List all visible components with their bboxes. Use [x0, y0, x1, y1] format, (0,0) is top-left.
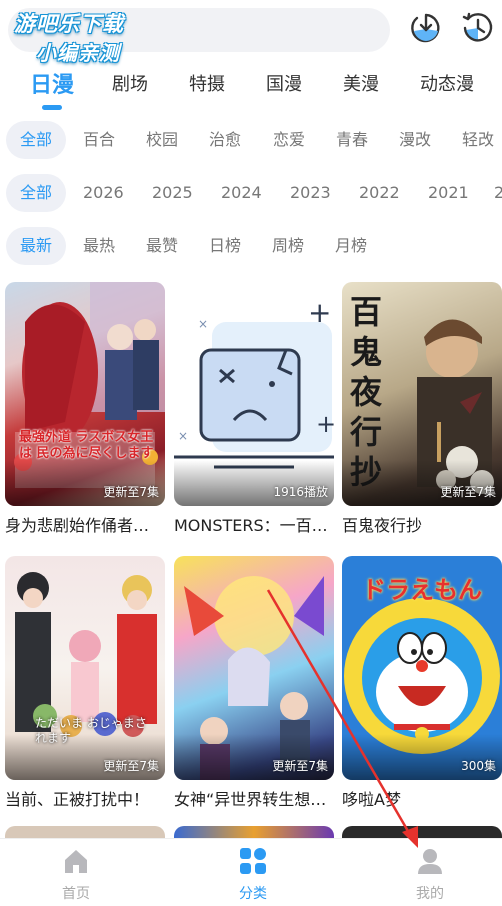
nav-category[interactable]: 分类 [193, 839, 313, 906]
user-icon [416, 847, 444, 875]
year-chip[interactable]: 2023 [290, 174, 331, 212]
anime-card[interactable]: 最強外道 ラスボス女王は 民の為に尽くします 更新至7集 身为悲剧始作俑者… [5, 282, 165, 540]
category-grid-icon [239, 847, 267, 875]
svg-text:+: + [316, 410, 334, 438]
tab-dongtaiman[interactable]: 动态漫 [420, 70, 474, 96]
year-chip[interactable]: 2024 [221, 174, 262, 212]
year-chip[interactable]: 2025 [152, 174, 193, 212]
cover-title-logo: ドラえもん [362, 576, 482, 604]
genre-chip[interactable]: 青春 [336, 121, 368, 159]
genre-chip[interactable]: 恋爱 [273, 121, 305, 159]
year-chip[interactable]: 2021 [428, 174, 469, 212]
sort-chip[interactable]: 周榜 [272, 227, 304, 265]
cover-image: 更新至7集 [174, 556, 334, 780]
year-chip-all[interactable]: 全部 [6, 174, 67, 212]
cover-image: ドラえもん 300集 [342, 556, 502, 780]
watermark-line-1: 游吧乐下载 [14, 12, 124, 36]
genre-chip[interactable]: 漫改 [399, 121, 431, 159]
sort-chip[interactable]: 日榜 [209, 227, 241, 265]
anime-card[interactable]: 更新至7集 女神“异世界转生想… [174, 556, 334, 814]
genre-chip[interactable]: 百合 [83, 121, 115, 159]
cover-image: 百鬼夜行抄 更新至7集 [342, 282, 502, 506]
sort-chip[interactable]: 最热 [83, 227, 115, 265]
genre-chip[interactable]: 校园 [146, 121, 178, 159]
episode-badge: 300集 [461, 759, 496, 773]
sort-filter-row: 最新 最热 最赞 日榜 周榜 月榜 [0, 227, 502, 267]
bottom-nav: 首页 分类 我的 [0, 838, 502, 906]
anime-card[interactable]: ドラえもん 300集 哆啦A梦 [342, 556, 502, 814]
cover-image: 最強外道 ラスボス女王は 民の為に尽くします 更新至7集 [5, 282, 165, 506]
episode-badge: 更新至7集 [103, 485, 159, 499]
tab-juchang[interactable]: 剧场 [112, 70, 148, 96]
year-filter-row: 全部 2026 2025 2024 2023 2022 2021 2 [0, 174, 502, 214]
watermark-logo: 游吧乐下载 小编亲测 [10, 6, 150, 65]
anime-card[interactable]: 百鬼夜行抄 更新至7集 百鬼夜行抄 [342, 282, 502, 540]
card-title[interactable]: MONSTERS：一百… [174, 512, 339, 536]
card-title[interactable]: 身为悲剧始作俑者… [5, 512, 170, 536]
top-bar: 游吧乐下载 小编亲测 [0, 0, 502, 65]
genre-chip[interactable]: 轻改 [462, 121, 494, 159]
category-tabs: 日漫 剧场 特摄 国漫 美漫 动态漫 [0, 62, 502, 112]
nav-profile[interactable]: 我的 [370, 839, 490, 906]
tab-guoman[interactable]: 国漫 [266, 70, 302, 96]
genre-chip[interactable]: 治愈 [209, 121, 241, 159]
year-chip[interactable]: 2026 [83, 174, 124, 212]
nav-home-label: 首页 [62, 886, 90, 902]
cover-image: ただいま おじゃまされます 更新至7集 [5, 556, 165, 780]
episode-badge: 更新至7集 [103, 759, 159, 773]
history-clock-icon[interactable] [460, 10, 496, 46]
year-chip[interactable]: 2022 [359, 174, 400, 212]
tab-tese[interactable]: 特摄 [189, 70, 225, 96]
active-tab-indicator [42, 105, 62, 110]
play-count-badge: 1916播放 [273, 485, 328, 499]
cover-placeholder: × × + + 1916播放 [174, 282, 334, 506]
svg-text:+: + [308, 296, 331, 329]
svg-text:×: × [178, 429, 188, 443]
sort-chip[interactable]: 最赞 [146, 227, 178, 265]
episode-badge: 更新至7集 [272, 759, 328, 773]
nav-home[interactable]: 首页 [16, 839, 136, 906]
tab-riman[interactable]: 日漫 [30, 67, 74, 99]
anime-card[interactable]: × × + + 1916播放 MONSTERS：一百… [174, 282, 334, 540]
download-icon[interactable] [408, 10, 444, 46]
home-icon [62, 847, 90, 875]
anime-card[interactable]: ただいま おじゃまされます 更新至7集 当前、正被打扰中！ [5, 556, 165, 814]
card-title[interactable]: 哆啦A梦 [342, 786, 502, 810]
card-title[interactable]: 女神“异世界转生想… [174, 786, 339, 810]
episode-badge: 更新至7集 [440, 485, 496, 499]
sort-chip-latest[interactable]: 最新 [6, 227, 67, 265]
genre-chip-all[interactable]: 全部 [6, 121, 67, 159]
cover-text: 最強外道 ラスボス女王は 民の為に尽くします [19, 430, 154, 461]
sort-chip[interactable]: 月榜 [335, 227, 367, 265]
year-chip[interactable]: 2 [494, 174, 502, 212]
svg-text:×: × [198, 317, 208, 331]
nav-category-label: 分类 [239, 886, 267, 902]
nav-profile-label: 我的 [416, 886, 444, 902]
card-title[interactable]: 百鬼夜行抄 [342, 512, 502, 536]
card-title[interactable]: 当前、正被打扰中！ [5, 786, 170, 810]
genre-filter-row: 全部 百合 校园 治愈 恋爱 青春 漫改 轻改 [0, 121, 502, 161]
tab-meiman[interactable]: 美漫 [343, 70, 379, 96]
